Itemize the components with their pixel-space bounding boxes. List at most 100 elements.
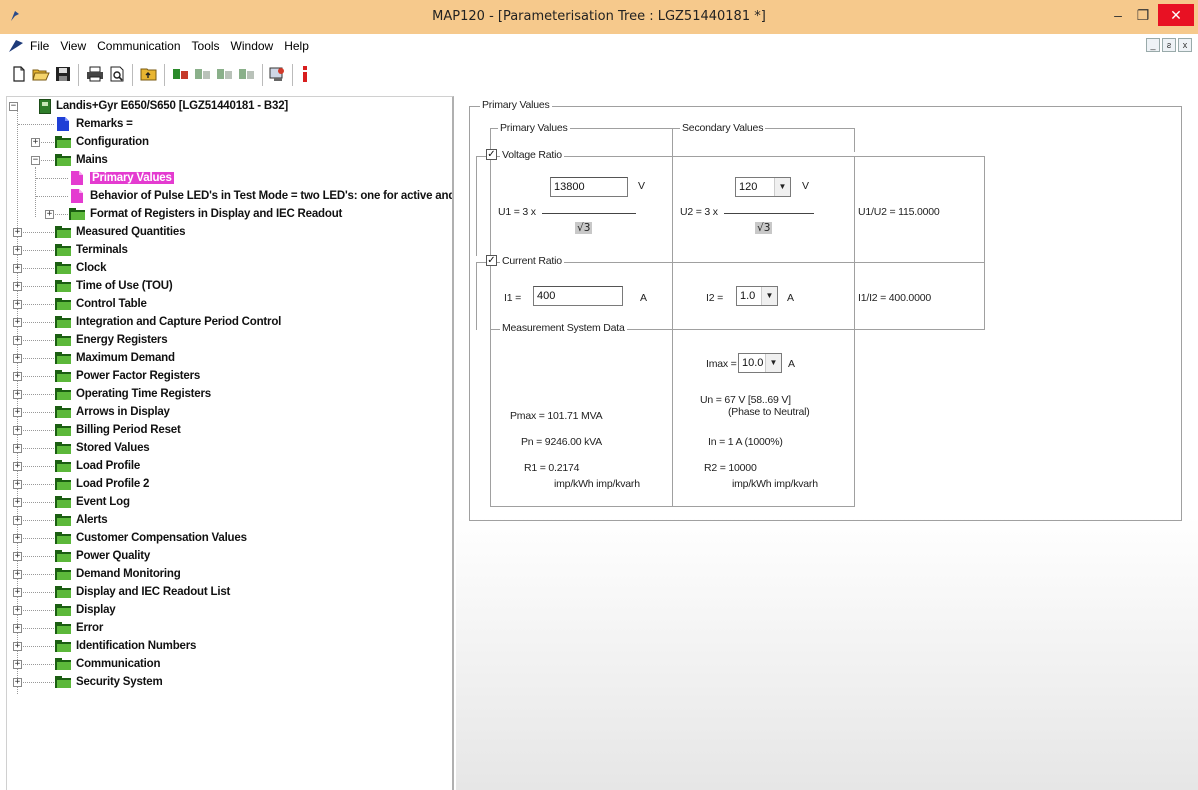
tree-item[interactable]: Maximum Demand bbox=[55, 349, 175, 367]
expand-toggle[interactable]: + bbox=[13, 264, 22, 273]
expand-toggle[interactable]: + bbox=[13, 678, 22, 687]
open-folder-icon[interactable] bbox=[32, 65, 50, 83]
expand-toggle[interactable]: + bbox=[13, 588, 22, 597]
minimize-button[interactable]: – bbox=[1108, 6, 1128, 24]
tree-item[interactable]: Operating Time Registers bbox=[55, 385, 211, 403]
chevron-down-icon[interactable]: ▼ bbox=[774, 178, 790, 196]
collapse-toggle[interactable]: − bbox=[31, 156, 40, 165]
tree-item[interactable]: Display and IEC Readout List bbox=[55, 583, 230, 601]
tree-item-pulse-leds[interactable]: Behavior of Pulse LED's in Test Mode = t… bbox=[69, 187, 452, 205]
tree-item[interactable]: Customer Compensation Values bbox=[55, 529, 247, 547]
tree-item[interactable]: Arrows in Display bbox=[55, 403, 170, 421]
menu-view[interactable]: View bbox=[60, 39, 86, 53]
tree-item[interactable]: Energy Registers bbox=[55, 331, 168, 349]
expand-toggle[interactable]: + bbox=[13, 498, 22, 507]
close-button[interactable]: ✕ bbox=[1158, 4, 1194, 26]
expand-toggle[interactable]: + bbox=[13, 660, 22, 669]
mdi-minimize-button[interactable]: _ bbox=[1146, 38, 1160, 52]
expand-toggle[interactable]: + bbox=[13, 642, 22, 651]
tree-item[interactable]: Load Profile 2 bbox=[55, 475, 149, 493]
chevron-down-icon[interactable]: ▼ bbox=[765, 354, 781, 372]
tree-item[interactable]: Control Table bbox=[55, 295, 147, 313]
save-icon[interactable] bbox=[54, 65, 72, 83]
expand-toggle[interactable]: + bbox=[13, 462, 22, 471]
tree-item[interactable]: Stored Values bbox=[55, 439, 150, 457]
compare-icon[interactable] bbox=[238, 65, 256, 83]
new-document-icon[interactable] bbox=[10, 65, 28, 83]
settings-icon[interactable] bbox=[268, 65, 286, 83]
expand-toggle[interactable]: + bbox=[13, 552, 22, 561]
expand-toggle[interactable]: + bbox=[13, 624, 22, 633]
tree-item[interactable]: Identification Numbers bbox=[55, 637, 196, 655]
expand-toggle[interactable]: + bbox=[13, 300, 22, 309]
expand-toggle[interactable]: + bbox=[13, 318, 22, 327]
mdi-close-button[interactable]: x bbox=[1178, 38, 1192, 52]
menu-file[interactable]: File bbox=[30, 39, 49, 53]
u1-input[interactable] bbox=[550, 177, 628, 197]
tree-item[interactable]: Power Factor Registers bbox=[55, 367, 200, 385]
expand-toggle[interactable]: + bbox=[13, 336, 22, 345]
tree-root[interactable]: Landis+Gyr E650/S650 [LGZ51440181 - B32] bbox=[39, 97, 288, 115]
menu-window[interactable]: Window bbox=[231, 39, 274, 53]
collapse-toggle[interactable]: − bbox=[9, 102, 18, 111]
tree-item-format-registers[interactable]: Format of Registers in Display and IEC R… bbox=[69, 205, 342, 223]
menu-help[interactable]: Help bbox=[284, 39, 309, 53]
i2-select[interactable]: 1.0 ▼ bbox=[736, 286, 778, 306]
tree-item[interactable]: Load Profile bbox=[55, 457, 140, 475]
expand-toggle[interactable]: + bbox=[13, 246, 22, 255]
tree-item[interactable]: Alerts bbox=[55, 511, 108, 529]
u2-select[interactable]: 120 ▼ bbox=[735, 177, 791, 197]
tree-item[interactable]: Display bbox=[55, 601, 116, 619]
imax-select[interactable]: 10.0 ▼ bbox=[738, 353, 782, 373]
tree-item[interactable]: Security System bbox=[55, 673, 163, 691]
tree-item[interactable]: Terminals bbox=[55, 241, 128, 259]
connect-icon[interactable] bbox=[172, 65, 190, 83]
expand-toggle[interactable]: + bbox=[13, 444, 22, 453]
tree-item-remarks[interactable]: Remarks = bbox=[55, 115, 133, 133]
folder-icon bbox=[55, 226, 71, 238]
chevron-down-icon[interactable]: ▼ bbox=[761, 287, 777, 305]
folder-up-icon[interactable] bbox=[140, 65, 158, 83]
tree-item[interactable]: Billing Period Reset bbox=[55, 421, 181, 439]
expand-toggle[interactable]: + bbox=[31, 138, 40, 147]
tree-item[interactable]: Clock bbox=[55, 259, 107, 277]
expand-toggle[interactable]: + bbox=[13, 570, 22, 579]
expand-toggle[interactable]: + bbox=[13, 426, 22, 435]
expand-toggle[interactable]: + bbox=[13, 408, 22, 417]
tree-item[interactable]: Event Log bbox=[55, 493, 130, 511]
expand-toggle[interactable]: + bbox=[13, 534, 22, 543]
expand-toggle[interactable]: + bbox=[13, 480, 22, 489]
tree-item[interactable]: Error bbox=[55, 619, 103, 637]
tree-item[interactable]: Measured Quantities bbox=[55, 223, 186, 241]
print-icon[interactable] bbox=[86, 65, 104, 83]
tree-item-configuration[interactable]: Configuration bbox=[55, 133, 149, 151]
write-icon[interactable] bbox=[216, 65, 234, 83]
current-ratio-checkbox[interactable]: ✓ bbox=[486, 255, 497, 266]
menu-communication[interactable]: Communication bbox=[97, 39, 180, 53]
restore-button[interactable]: ❐ bbox=[1133, 6, 1153, 24]
tree-item-mains[interactable]: Mains bbox=[55, 151, 108, 169]
expand-toggle[interactable]: + bbox=[13, 516, 22, 525]
tree-item[interactable]: Demand Monitoring bbox=[55, 565, 181, 583]
tree-item[interactable]: Communication bbox=[55, 655, 160, 673]
expand-toggle[interactable]: + bbox=[13, 228, 22, 237]
tree-item[interactable]: Integration and Capture Period Control bbox=[55, 313, 281, 331]
expand-toggle[interactable]: + bbox=[13, 606, 22, 615]
voltage-ratio-checkbox[interactable]: ✓ bbox=[486, 149, 497, 160]
menu-tools[interactable]: Tools bbox=[192, 39, 220, 53]
read-icon[interactable] bbox=[194, 65, 212, 83]
expand-toggle[interactable]: + bbox=[13, 372, 22, 381]
tree-item[interactable]: Power Quality bbox=[55, 547, 150, 565]
tree-item[interactable]: Time of Use (TOU) bbox=[55, 277, 173, 295]
mdi-restore-button[interactable]: ƨ bbox=[1162, 38, 1176, 52]
expand-toggle[interactable]: + bbox=[45, 210, 54, 219]
print-preview-icon[interactable] bbox=[108, 65, 126, 83]
expand-toggle[interactable]: + bbox=[13, 390, 22, 399]
folder-icon bbox=[55, 352, 71, 364]
i1-input[interactable] bbox=[533, 286, 623, 306]
tree-item-primary-values[interactable]: Primary Values bbox=[69, 169, 174, 187]
expand-toggle[interactable]: + bbox=[13, 354, 22, 363]
expand-toggle[interactable]: + bbox=[13, 282, 22, 291]
folder-icon bbox=[55, 298, 71, 310]
info-icon[interactable] bbox=[296, 65, 314, 83]
